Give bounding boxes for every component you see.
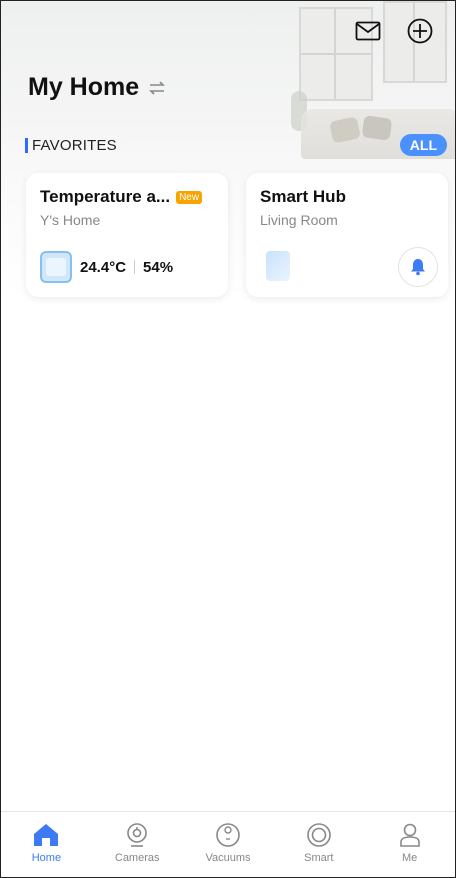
smart-icon	[306, 823, 331, 847]
section-label: FAVORITES	[32, 136, 117, 154]
section-accent-bar	[25, 137, 28, 153]
favorites-header: FAVORITES ALL	[25, 134, 447, 156]
envelope-icon[interactable]	[355, 18, 381, 44]
vacuum-icon	[216, 823, 240, 847]
switch-arrows-icon[interactable]	[147, 78, 167, 98]
page-title: My Home	[28, 73, 140, 101]
favorites-list: Temperature a... New Y's Home 24.4°C 54%…	[26, 173, 448, 297]
device-name: Smart Hub	[260, 187, 346, 206]
app-screen: My Home FAVORITES ALL Temperature a... N…	[0, 0, 456, 878]
all-button[interactable]: ALL	[399, 134, 447, 156]
device-name: Temperature a...	[40, 187, 171, 206]
device-location: Y's Home	[40, 212, 101, 228]
person-icon	[399, 823, 420, 847]
temperature-value: 24.4°C	[80, 258, 127, 276]
hub-device-icon	[266, 251, 290, 281]
divider	[134, 260, 136, 274]
device-location: Living Room	[260, 212, 338, 228]
tab-vacuums[interactable]: Vacuums	[188, 822, 268, 864]
sensor-reading: 24.4°C 54%	[40, 251, 173, 283]
header-actions	[355, 18, 433, 44]
alarm-button[interactable]	[398, 247, 438, 287]
home-selector[interactable]: My Home	[28, 73, 167, 102]
device-card-temperature[interactable]: Temperature a... New Y's Home 24.4°C 54%	[26, 173, 228, 297]
home-icon	[34, 824, 59, 846]
bell-icon	[411, 259, 425, 276]
tab-home[interactable]: Home	[6, 822, 86, 864]
tab-me[interactable]: Me	[370, 822, 450, 864]
plus-circle-icon[interactable]	[407, 18, 433, 44]
tab-smart[interactable]: Smart	[279, 822, 359, 864]
tab-cameras[interactable]: Cameras	[97, 822, 177, 864]
device-card-smart-hub[interactable]: Smart Hub Living Room	[246, 173, 448, 297]
new-badge: New	[176, 190, 203, 204]
bottom-tab-bar: Home Cameras Vacuums Smart Me	[1, 811, 455, 877]
humidity-value: 54%	[143, 258, 174, 276]
thermometer-hygrometer-icon	[40, 251, 72, 283]
camera-icon	[127, 823, 147, 847]
